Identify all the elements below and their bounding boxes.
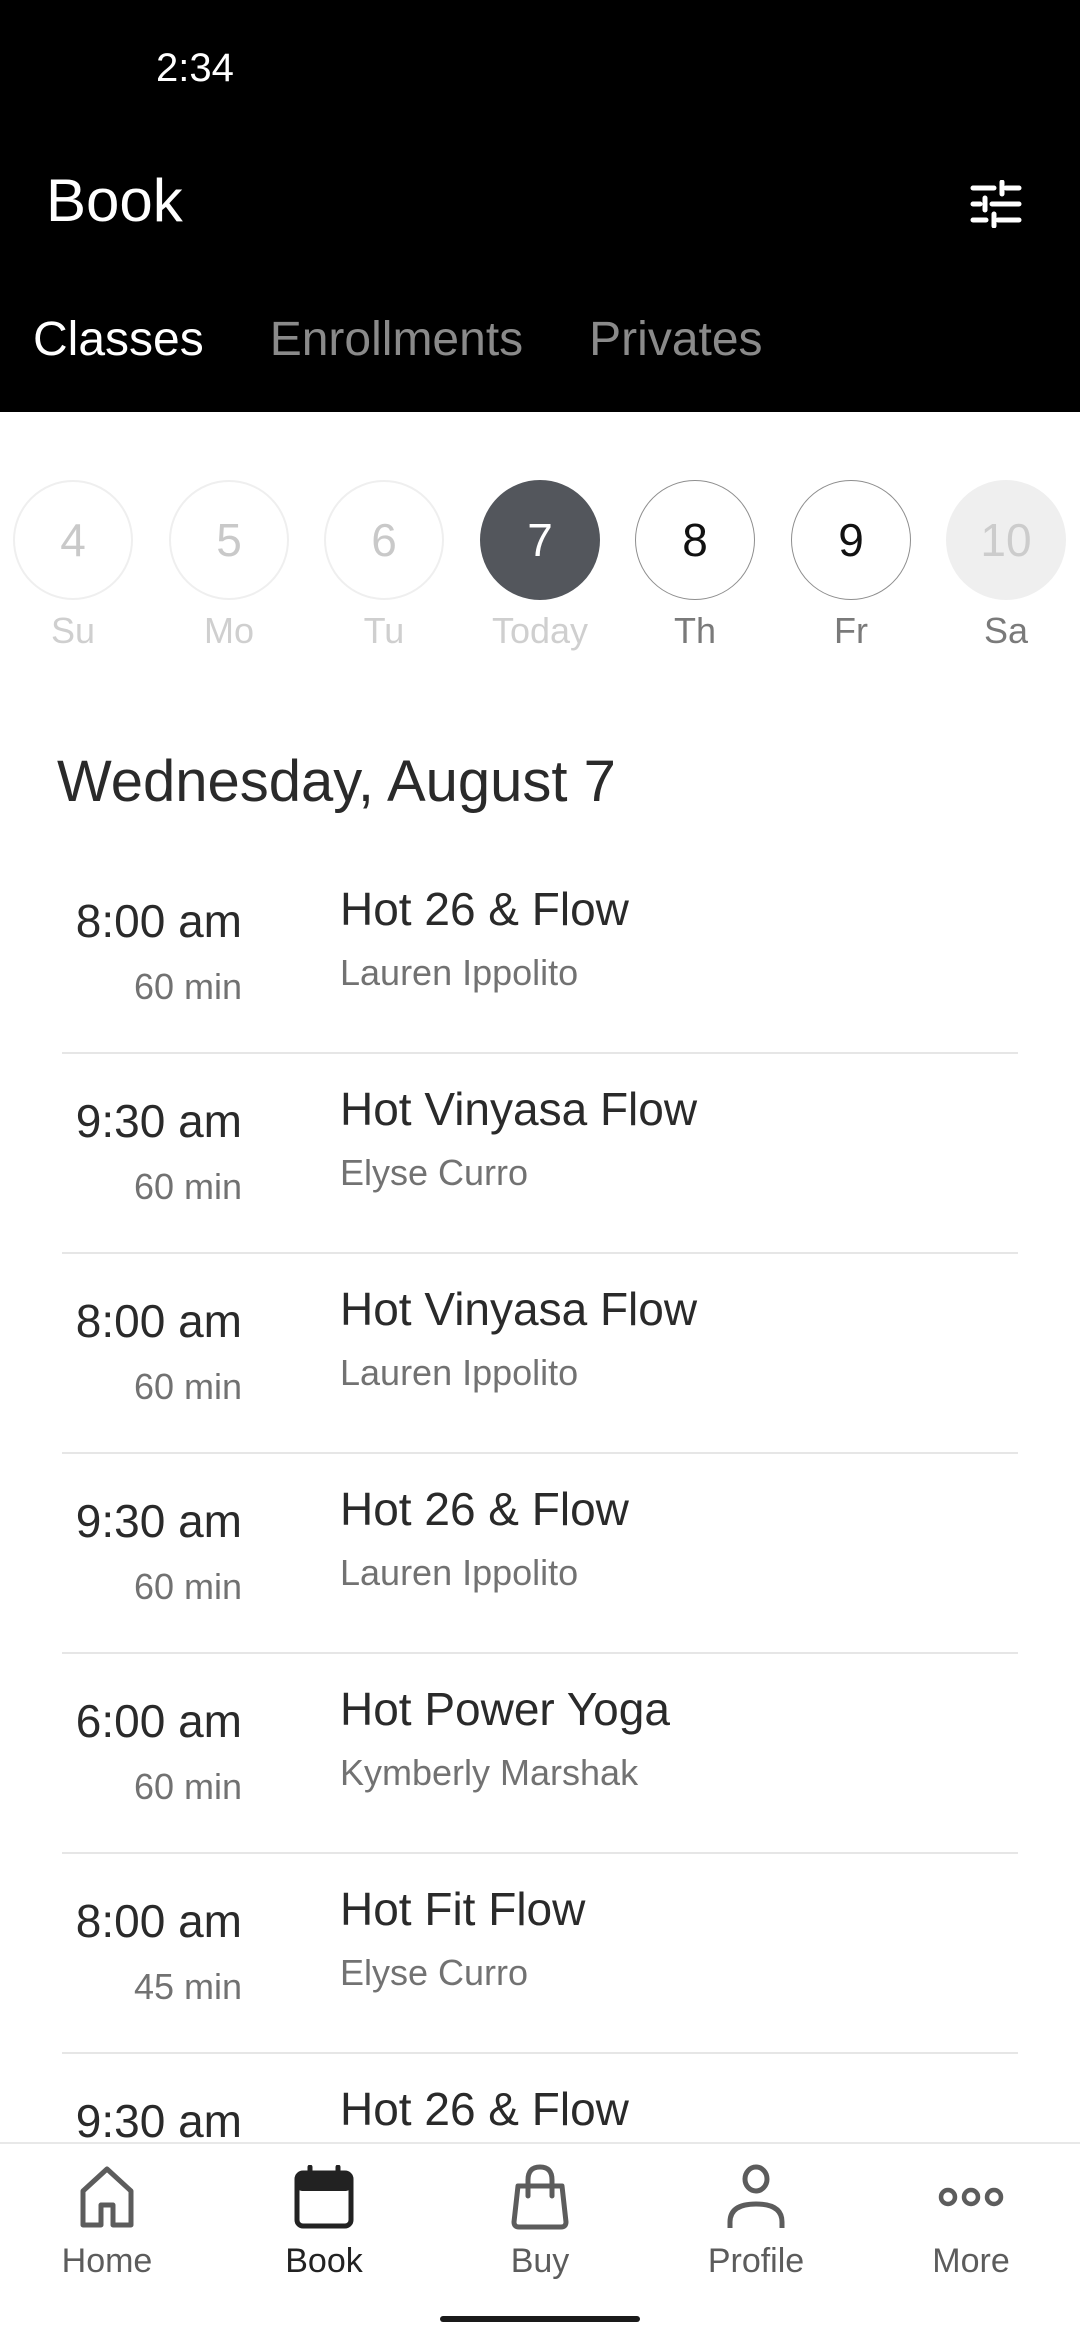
- sliders-icon: [970, 179, 1022, 233]
- bottom-nav: Home Book Buy Profile More: [0, 2142, 1080, 2340]
- class-name: Hot 26 & Flow: [340, 883, 629, 935]
- class-instructor: Lauren Ippolito: [340, 952, 579, 993]
- class-row[interactable]: 8:00 am 60 min Hot 26 & Flow Lauren Ippo…: [0, 852, 1080, 1052]
- class-time: 9:30 am: [75, 1095, 242, 1147]
- date-weekday: Th: [673, 610, 716, 651]
- date-weekday: Tu: [363, 610, 405, 651]
- class-duration: 60 min: [133, 1566, 242, 1607]
- nav-book[interactable]: Book: [234, 2162, 414, 2281]
- class-row[interactable]: 9:30 am 60 min Hot 26 & Flow Lauren Ippo…: [0, 1452, 1080, 1652]
- class-instructor: Elyse Curro: [340, 1952, 529, 1993]
- class-row[interactable]: 8:00 am 45 min Hot Fit Flow Elyse Curro: [0, 1852, 1080, 2052]
- nav-label: Buy: [510, 2242, 570, 2280]
- date-strip: 4 Su 5 Mo 6 Tu 7 Today 8 Th 9 Fr 10 Sa: [0, 478, 1080, 658]
- date-number: 9: [791, 480, 911, 600]
- nav-label: Profile: [707, 2242, 805, 2280]
- class-row[interactable]: 9:30 am 60 min Hot Vinyasa Flow Elyse Cu…: [0, 1052, 1080, 1252]
- date-weekday: Su: [50, 610, 96, 651]
- tab-bar: Classes Enrollments Privates: [0, 312, 796, 392]
- more-dots-icon: [931, 2162, 1011, 2232]
- date-item-6[interactable]: 6 Tu: [319, 478, 449, 652]
- nav-label: Book: [285, 2242, 363, 2280]
- class-time: 8:00 am: [75, 1295, 242, 1347]
- date-item-5[interactable]: 5 Mo: [164, 478, 294, 652]
- class-instructor: Lauren Ippolito: [340, 1352, 579, 1393]
- date-weekday: Fr: [834, 610, 868, 651]
- nav-more[interactable]: More: [881, 2162, 1061, 2281]
- date-heading: Wednesday, August 7: [57, 749, 616, 814]
- class-duration: 60 min: [133, 966, 242, 1007]
- class-name: Hot Vinyasa Flow: [340, 1083, 698, 1135]
- date-weekday: Today: [491, 610, 589, 651]
- home-indicator[interactable]: [440, 2316, 640, 2322]
- class-duration: 60 min: [133, 1366, 242, 1407]
- date-weekday: Sa: [983, 610, 1029, 651]
- class-instructor: Kymberly Marshak: [340, 1752, 639, 1793]
- class-time: 6:00 am: [75, 1695, 242, 1747]
- date-number: 10: [946, 480, 1066, 600]
- class-name: Hot Power Yoga: [340, 1683, 670, 1735]
- tab-privates[interactable]: Privates: [556, 312, 795, 392]
- nav-label: Home: [61, 2242, 153, 2280]
- filter-button[interactable]: [960, 170, 1032, 242]
- nav-home[interactable]: Home: [17, 2162, 197, 2281]
- date-item-10[interactable]: 10 Sa: [941, 478, 1071, 652]
- nav-profile[interactable]: Profile: [666, 2162, 846, 2281]
- class-row[interactable]: 6:00 am 60 min Hot Power Yoga Kymberly M…: [0, 1652, 1080, 1852]
- date-number: 4: [13, 480, 133, 600]
- class-time: 8:00 am: [75, 895, 242, 947]
- status-bar-time: 2:34: [156, 46, 234, 90]
- class-name: Hot Fit Flow: [340, 1883, 586, 1935]
- date-item-7-today[interactable]: 7 Today: [475, 478, 605, 652]
- class-duration: 60 min: [133, 1166, 242, 1207]
- class-name: Hot 26 & Flow: [340, 1483, 629, 1535]
- class-time: 8:00 am: [75, 1895, 242, 1947]
- tab-enrollments[interactable]: Enrollments: [237, 312, 556, 392]
- nav-label: More: [932, 2242, 1010, 2280]
- person-icon: [716, 2162, 796, 2232]
- class-instructor: Elyse Curro: [340, 1152, 529, 1193]
- date-number: 5: [169, 480, 289, 600]
- tab-classes[interactable]: Classes: [0, 312, 237, 392]
- date-number: 6: [324, 480, 444, 600]
- class-duration: 45 min: [133, 1966, 242, 2007]
- page-title: Book: [46, 167, 183, 234]
- class-duration: 60 min: [133, 1766, 242, 1807]
- date-number: 8: [635, 480, 755, 600]
- class-instructor: Lauren Ippolito: [340, 1552, 579, 1593]
- class-row[interactable]: 8:00 am 60 min Hot Vinyasa Flow Lauren I…: [0, 1252, 1080, 1452]
- shopping-bag-icon: [500, 2162, 580, 2232]
- date-item-9[interactable]: 9 Fr: [786, 478, 916, 652]
- date-number: 7: [480, 480, 600, 600]
- class-name: Hot 26 & Flow: [340, 2083, 629, 2135]
- class-list: 8:00 am 60 min Hot 26 & Flow Lauren Ippo…: [0, 852, 1080, 2252]
- home-icon: [67, 2162, 147, 2232]
- class-time: 9:30 am: [75, 2095, 242, 2147]
- date-weekday: Mo: [203, 610, 254, 651]
- class-name: Hot Vinyasa Flow: [340, 1283, 698, 1335]
- nav-buy[interactable]: Buy: [450, 2162, 630, 2281]
- date-item-4[interactable]: 4 Su: [8, 478, 138, 652]
- class-time: 9:30 am: [75, 1495, 242, 1547]
- date-item-8[interactable]: 8 Th: [630, 478, 760, 652]
- app-header: 2:34 Book Classes Enrollments Privates: [0, 0, 1080, 412]
- calendar-icon: [284, 2162, 364, 2232]
